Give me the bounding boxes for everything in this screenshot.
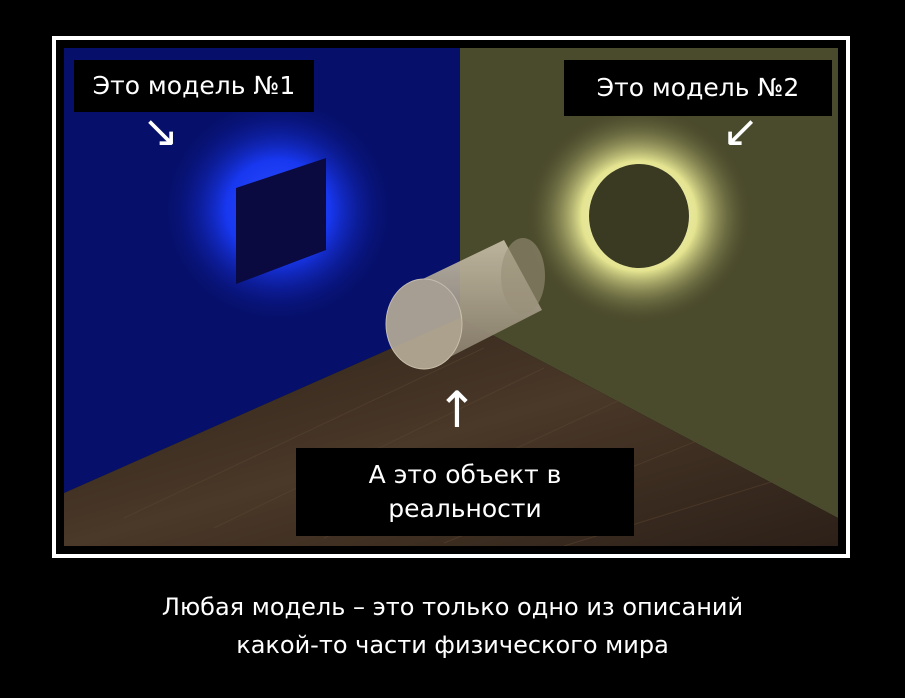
caption: Любая модель – это только одно из описан… — [0, 588, 905, 664]
object-label-text: А это объект в реальности — [368, 460, 562, 523]
arrow-down-right-icon: ↘ — [142, 106, 179, 157]
model-1-label: Это модель №1 — [74, 60, 314, 112]
object-label: А это объект в реальности — [296, 448, 634, 536]
model-2-label: Это модель №2 — [564, 60, 832, 116]
image-frame: Это модель №1 ↘ Это модель №2 ↙ ↑ А это … — [52, 36, 850, 558]
scene: Это модель №1 ↘ Это модель №2 ↙ ↑ А это … — [64, 48, 838, 546]
caption-line-2: какой-то части физического мира — [236, 631, 669, 659]
arrow-down-left-icon: ↙ — [722, 106, 759, 157]
caption-line-1: Любая модель – это только одно из описан… — [161, 593, 744, 621]
arrow-up-icon: ↑ — [436, 381, 478, 439]
circle-shadow — [589, 164, 689, 268]
